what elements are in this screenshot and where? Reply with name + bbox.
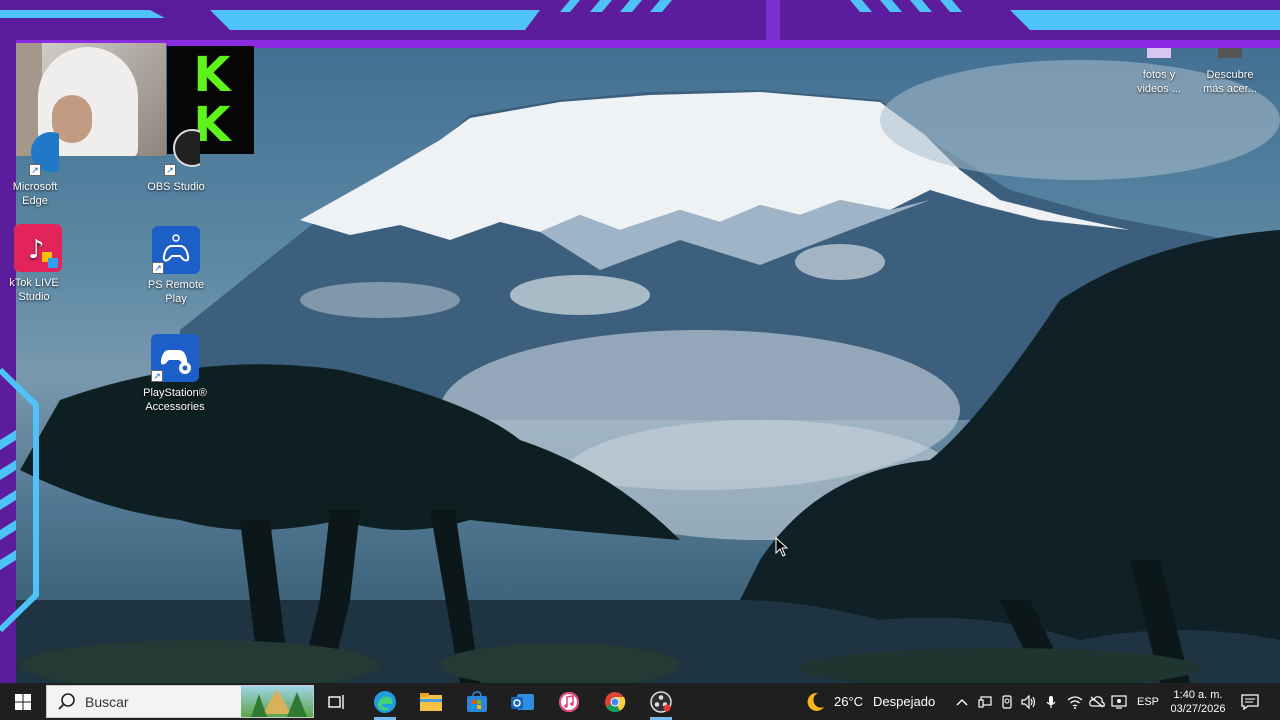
- taskbar-chrome[interactable]: [592, 683, 638, 720]
- taskbar: Buscar 26°C Despejado ESP 1:40 a. m. 03/…: [0, 683, 1280, 720]
- task-view-button[interactable]: [314, 683, 360, 720]
- weather-temperature: 26°C: [834, 694, 864, 709]
- search-placeholder: Buscar: [85, 693, 129, 710]
- microsoft-store-icon: [467, 690, 487, 712]
- display-warning-icon: [1111, 694, 1127, 709]
- desktop-icon-label: kTok LIVE: [9, 277, 59, 289]
- weather-widget[interactable]: 26°C Despejado: [804, 683, 944, 720]
- microphone-icon: [1046, 695, 1056, 708]
- discover-icon: [1206, 46, 1254, 64]
- microphone-button[interactable]: [1040, 683, 1062, 720]
- edge-icon: ↗: [11, 128, 71, 176]
- chrome-icon: [605, 691, 626, 712]
- tiktok-live-icon: ♪: [14, 224, 62, 272]
- moon-icon: [807, 692, 824, 711]
- desktop-icon-photos-videos[interactable]: fotos y videos ...: [1119, 46, 1199, 96]
- outlook-icon: [511, 693, 534, 710]
- desktop-icon-label: PlayStation®: [143, 387, 207, 399]
- taskbar-edge[interactable]: [362, 683, 408, 720]
- taskbar-obs[interactable]: [638, 683, 684, 720]
- desktop-icon-label: Play: [165, 293, 187, 305]
- desktop-icon-discover[interactable]: Descubre más acer...: [1190, 46, 1270, 96]
- clock-date: 03/27/2026: [1170, 702, 1226, 715]
- clock-time: 1:40 a. m.: [1173, 688, 1223, 701]
- desktop-icon-label: OBS Studio: [147, 181, 205, 193]
- notification-icon: [1241, 693, 1259, 710]
- network-button[interactable]: [1064, 683, 1086, 720]
- file-explorer-icon: [420, 692, 442, 711]
- tray-device-icon-button[interactable]: [974, 683, 996, 720]
- start-button[interactable]: [0, 683, 46, 720]
- desktop-icon-label: Edge: [22, 195, 48, 207]
- taskbar-outlook[interactable]: [500, 683, 546, 720]
- taskbar-clock[interactable]: 1:40 a. m. 03/27/2026: [1163, 683, 1233, 720]
- tray-security-button[interactable]: [1108, 683, 1130, 720]
- desktop-icon-microsoft-edge[interactable]: ↗ Microsoft Edge: [0, 128, 75, 208]
- search-highlight-image[interactable]: [241, 686, 313, 717]
- obs-icon: [650, 690, 672, 713]
- weather-condition: Despejado: [873, 694, 936, 709]
- overlay-left-accent: [0, 367, 39, 633]
- desktop-icon-label: fotos y: [1142, 69, 1176, 81]
- ps-remote-play-icon: ↗: [152, 226, 200, 274]
- taskbar-file-explorer[interactable]: [408, 683, 454, 720]
- desktop-icon-tiktok-live[interactable]: ♪ kTok LIVE Studio: [0, 224, 74, 304]
- tray-phone-icon-button[interactable]: [996, 683, 1018, 720]
- desktop-icon-playstation-accessories[interactable]: ↗ PlayStation® Accessories: [135, 334, 215, 414]
- phone-link-icon: [1002, 694, 1012, 709]
- show-hidden-icons-button[interactable]: [951, 683, 973, 720]
- desktop-icon-ps-remote-play[interactable]: ↗ PS Remote Play: [136, 226, 216, 306]
- device-icon: [978, 695, 992, 708]
- chevron-up-icon: [956, 698, 968, 705]
- taskbar-microsoft-store[interactable]: [454, 683, 500, 720]
- speaker-icon: [1021, 694, 1036, 709]
- photos-icon: [1135, 46, 1183, 64]
- desktop-icon-label: Descubre: [1206, 69, 1254, 81]
- search-icon: [58, 692, 75, 710]
- obs-icon: ↗: [152, 128, 211, 176]
- edge-icon: [374, 690, 396, 713]
- task-view-icon: [328, 694, 344, 709]
- windows-logo-icon: [15, 693, 31, 710]
- overlay-top-banner: [0, 0, 1280, 48]
- wifi-icon: [1067, 695, 1083, 709]
- desktop-icon-label: más acer...: [1203, 83, 1257, 95]
- desktop-icon-obs-studio[interactable]: ↗ OBS Studio: [136, 128, 216, 194]
- logo-letter-top: K: [193, 47, 231, 103]
- tray-cloud-button[interactable]: [1086, 683, 1108, 720]
- desktop-icon-label: videos ...: [1136, 83, 1182, 95]
- desktop-icon-label: Microsoft: [12, 181, 58, 193]
- notification-center-button[interactable]: [1238, 683, 1262, 720]
- itunes-icon: [559, 691, 579, 712]
- mouse-cursor-icon: [775, 537, 789, 557]
- desktop-icon-label: Studio: [18, 291, 50, 303]
- taskbar-search-box[interactable]: Buscar: [46, 685, 314, 718]
- taskbar-itunes[interactable]: [546, 683, 592, 720]
- desktop-icon-label: PS Remote: [147, 279, 205, 291]
- volume-button[interactable]: [1018, 683, 1040, 720]
- desktop-icon-label: Accessories: [145, 401, 205, 413]
- input-language-button[interactable]: ESP: [1137, 683, 1159, 720]
- cloud-offline-icon: [1089, 695, 1105, 707]
- playstation-accessories-icon: ↗: [151, 334, 199, 382]
